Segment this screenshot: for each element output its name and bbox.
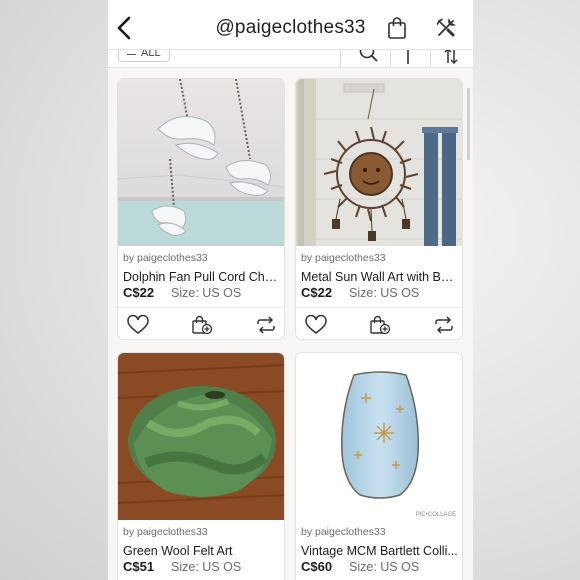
listing-size: Size: US OS [171, 286, 242, 300]
closet-title: @paigeclothes33 [215, 17, 366, 38]
listing-photo[interactable]: PIC•COLLAGE [296, 353, 463, 520]
seller-byline[interactable]: by paigeclothes33 [123, 526, 208, 538]
filter-lines-icon [127, 50, 136, 55]
divider [430, 50, 431, 67]
listing-title[interactable]: Metal Sun Wall Art with Bells [301, 270, 459, 284]
listing-title[interactable]: Dolphin Fan Pull Cord Cha... [123, 270, 281, 284]
share-icon[interactable] [433, 315, 455, 335]
divider [340, 50, 341, 67]
seller-byline[interactable]: by paigeclothes33 [123, 252, 208, 264]
listing-photo[interactable] [296, 79, 463, 246]
listing-card[interactable]: by paigeclothes33 Metal Sun Wall Art wit… [295, 78, 463, 340]
listing-card[interactable]: by paigeclothes33 Green Wool Felt Art C$… [117, 352, 285, 580]
seller-byline[interactable]: by paigeclothes33 [301, 252, 386, 264]
filter-bar: ALL [108, 50, 473, 68]
tools-icon[interactable] [435, 17, 457, 39]
header-bar: @paigeclothes33 [108, 0, 473, 50]
filter-label: ALL [141, 50, 161, 59]
listing-price: C$22 [301, 285, 333, 300]
card-actions [118, 307, 284, 339]
divider [390, 50, 391, 67]
listing-photo[interactable] [118, 79, 285, 246]
seller-byline[interactable]: by paigeclothes33 [301, 526, 386, 538]
listing-card[interactable]: by paigeclothes33 Dolphin Fan Pull Cord … [117, 78, 285, 340]
listing-title[interactable]: Vintage MCM Bartlett Colli... [301, 544, 459, 558]
heart-icon[interactable] [127, 315, 149, 335]
scrollbar[interactable] [467, 88, 470, 160]
share-icon[interactable] [255, 315, 277, 335]
listing-size: Size: US OS [349, 286, 420, 300]
add-to-bag-icon[interactable] [369, 315, 391, 335]
shopping-bag-icon[interactable] [386, 16, 408, 40]
listing-card[interactable]: PIC•COLLAGE by paigeclothes33 Vintage MC… [295, 352, 463, 580]
listing-photo[interactable] [118, 353, 285, 520]
sort-order-icon[interactable] [443, 50, 459, 66]
listing-size: Size: US OS [171, 560, 242, 574]
listing-price: C$22 [123, 285, 155, 300]
sort-icon[interactable] [401, 50, 415, 66]
app-screen: @paigeclothes33 ALL by paigeclothes33 Do… [108, 0, 473, 580]
listing-title[interactable]: Green Wool Felt Art [123, 544, 281, 558]
card-actions [296, 307, 462, 339]
pic-collage-watermark: PIC•COLLAGE [416, 512, 456, 518]
filter-button[interactable]: ALL [118, 50, 170, 62]
add-to-bag-icon[interactable] [191, 315, 213, 335]
listing-size: Size: US OS [349, 560, 420, 574]
listing-price: C$51 [123, 559, 155, 574]
heart-icon[interactable] [305, 315, 327, 335]
listing-price: C$60 [301, 559, 333, 574]
search-icon[interactable] [358, 50, 378, 62]
